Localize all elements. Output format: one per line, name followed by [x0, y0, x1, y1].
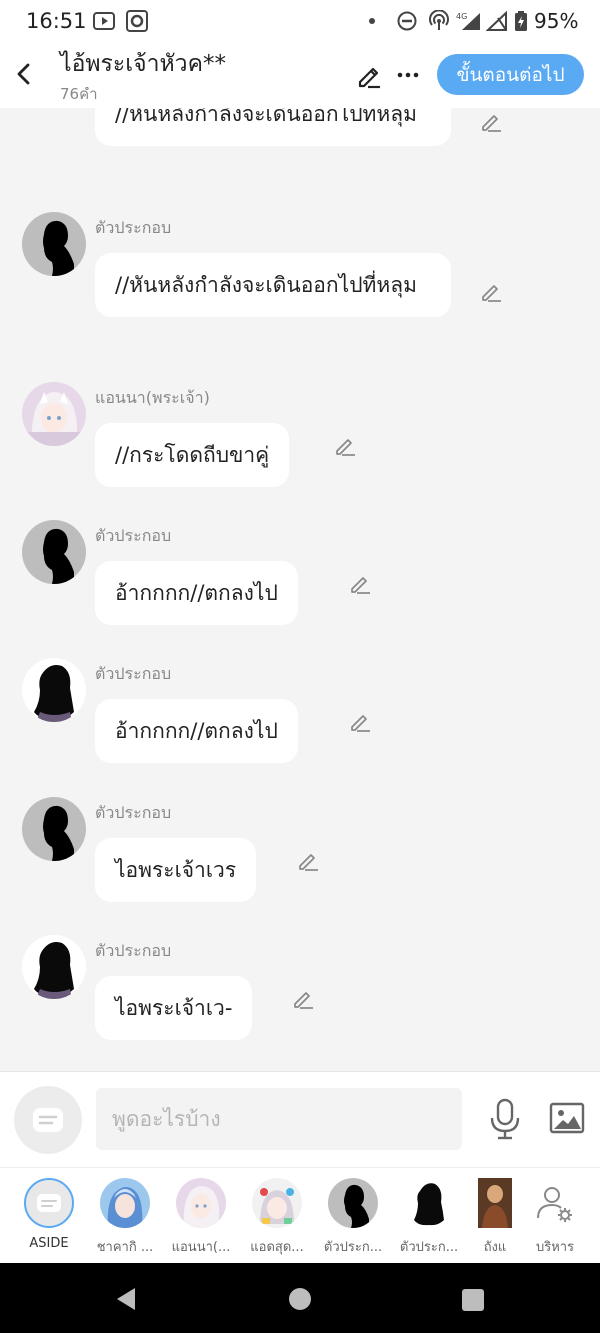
nav-back-icon[interactable] [114, 1286, 138, 1312]
signal-4g-icon: 4G [456, 12, 480, 30]
edit-title-icon[interactable] [354, 60, 384, 90]
chat-header: ไอ้พระเจ้าหัวค** 76คำ ขั้นตอนต่อไป [0, 42, 600, 108]
character-selector: ASIDE ชาคากิ ... แอนนา(... แอดสุด... ตัว… [0, 1167, 600, 1263]
edit-message-icon[interactable] [296, 849, 320, 873]
sender-name: ตัวประกอบ [95, 664, 172, 683]
character-item[interactable]: ชาคากิ ... [87, 1168, 163, 1264]
message-bubble[interactable]: //หันหลังกำลังจะเดินออกไปที่หลุม [95, 108, 451, 146]
character-label: แอนนา(... [171, 1240, 231, 1255]
character-label: ชาคากิ ... [96, 1240, 154, 1255]
sender-name: ตัวประกอบ [95, 941, 172, 960]
sender-name: ตัวประกอบ [95, 218, 172, 237]
nav-home-icon[interactable] [289, 1288, 311, 1310]
nav-recent-apps-icon[interactable] [462, 1289, 484, 1311]
aside-toggle-button[interactable] [14, 1086, 82, 1154]
avatar-anime-white[interactable] [22, 382, 86, 446]
character-item[interactable]: ตัวประก... [391, 1168, 467, 1264]
do-not-disturb-icon [397, 11, 417, 31]
character-item[interactable]: แอดสุด... [239, 1168, 315, 1264]
avatar-silhouette-long[interactable] [22, 935, 86, 999]
aside-icon [24, 1178, 74, 1228]
sender-name: ตัวประกอบ [95, 803, 172, 822]
avatar-anime-white [176, 1178, 226, 1228]
character-label: ASIDE [29, 1236, 69, 1251]
edit-message-icon[interactable] [479, 110, 503, 134]
hotspot-icon [429, 10, 449, 30]
record-notification-icon [126, 10, 148, 32]
character-label: แอดสุด... [250, 1240, 304, 1255]
message-bubble[interactable]: //กระโดดถีบขาคู่ [95, 423, 290, 487]
edit-message-icon[interactable] [348, 710, 372, 734]
avatar-silhouette-long[interactable] [22, 658, 86, 722]
character-label: ตัวประก... [323, 1240, 383, 1255]
sender-name: ตัวประกอบ [95, 526, 172, 545]
word-count: 76คำ [60, 85, 98, 103]
avatar-anime-colorful [252, 1178, 302, 1228]
next-step-button[interactable]: ขั้นตอนต่อไป [437, 54, 584, 95]
chat-message-list[interactable]: //หันหลังกำลังจะเดินออกไปที่หลุม ตัวประก… [0, 108, 600, 1071]
message-bubble[interactable]: อ้ากกกก//ตกลงไป [95, 561, 298, 625]
edit-message-icon[interactable] [479, 280, 503, 304]
manage-characters-button[interactable]: บริหาร [517, 1168, 593, 1264]
character-label: บริหาร [535, 1240, 575, 1255]
battery-icon [515, 11, 527, 31]
character-item[interactable]: ตัวประก... [315, 1168, 391, 1264]
system-navigation-bar [0, 1263, 600, 1333]
aside-icon [33, 1108, 63, 1132]
message-input-bar [0, 1071, 600, 1167]
back-arrow-icon[interactable] [10, 56, 38, 92]
sender-name: แอนนา(พระเจ้า) [95, 388, 210, 407]
avatar-silhouette-short[interactable] [22, 212, 86, 276]
edit-message-icon[interactable] [348, 572, 372, 596]
avatar-warrior [478, 1178, 512, 1228]
status-time: 16:51 [26, 9, 87, 33]
svg-text:4G: 4G [456, 12, 467, 21]
message-bubble[interactable]: ไอพระเจ้าเวร [95, 838, 257, 902]
story-title: ไอ้พระเจ้าหัวค** [60, 51, 226, 77]
character-label: ตัวประก... [399, 1240, 459, 1255]
edit-message-icon[interactable] [333, 434, 357, 458]
avatar-anime-blue [100, 1178, 150, 1228]
avatar-silhouette-short[interactable] [22, 797, 86, 861]
battery-percentage: 95% [534, 9, 579, 33]
message-bubble[interactable]: อ้ากกกก//ตกลงไป [95, 699, 298, 763]
more-options-icon[interactable] [394, 60, 422, 90]
character-item-aside[interactable]: ASIDE [11, 1168, 87, 1264]
edit-message-icon[interactable] [291, 987, 315, 1011]
youtube-notification-icon [93, 12, 115, 30]
avatar-silhouette-short [328, 1178, 378, 1228]
image-upload-icon[interactable] [549, 1102, 585, 1134]
message-bubble[interactable]: //หันหลังกำลังจะเดินออกไปที่หลุม [95, 253, 451, 317]
manage-characters-icon [537, 1187, 572, 1222]
signal-empty-icon [486, 10, 507, 31]
avatar-silhouette-short[interactable] [22, 520, 86, 584]
character-item[interactable]: แอนนา(... [163, 1168, 239, 1264]
message-bubble[interactable]: ไอพระเจ้าเว- [95, 976, 253, 1040]
dot-icon [369, 18, 375, 24]
status-bar: 16:51 4G 95% [0, 0, 600, 42]
microphone-icon[interactable] [488, 1098, 522, 1140]
avatar-silhouette-long [404, 1178, 454, 1228]
message-input[interactable] [96, 1088, 462, 1150]
